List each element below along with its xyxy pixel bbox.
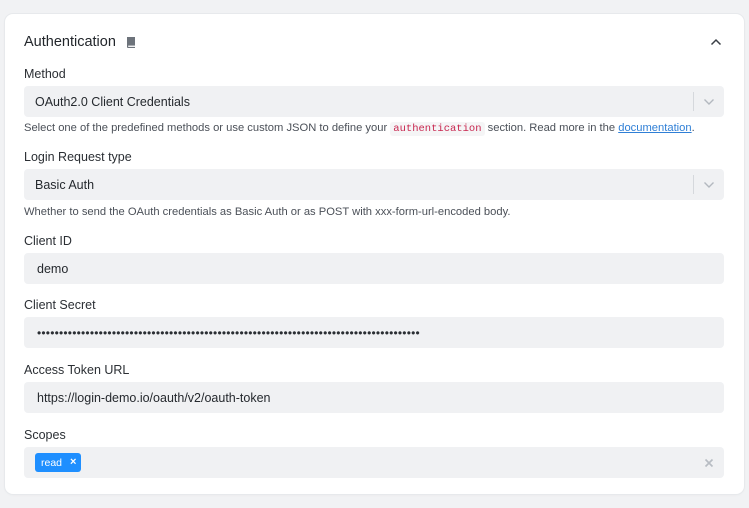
login-request-label: Login Request type bbox=[24, 150, 132, 164]
scopes-input[interactable]: read × bbox=[24, 447, 724, 478]
client-secret-label: Client Secret bbox=[24, 298, 96, 312]
authentication-card: Authentication Method OAuth2.0 Client Cr… bbox=[5, 14, 744, 494]
scope-tag: read × bbox=[35, 453, 82, 472]
method-help-end: . bbox=[691, 122, 695, 134]
scopes-label: Scopes bbox=[24, 428, 66, 442]
chevron-down-icon[interactable] bbox=[694, 86, 724, 117]
chevron-down-icon[interactable] bbox=[694, 169, 724, 200]
login-request-value: Basic Auth bbox=[35, 177, 95, 192]
scope-tag-label: read bbox=[41, 456, 63, 469]
book-icon[interactable] bbox=[125, 36, 137, 49]
method-label: Method bbox=[24, 67, 66, 81]
method-help-text-2: section. Read more in the bbox=[484, 122, 619, 134]
access-token-url-value: https://login-demo.io/oauth/v2/oauth-tok… bbox=[37, 390, 271, 405]
authentication-code: authentication bbox=[390, 122, 485, 136]
client-id-input[interactable]: demo bbox=[24, 253, 724, 284]
chevron-up-icon[interactable] bbox=[707, 33, 725, 51]
method-select[interactable]: OAuth2.0 Client Credentials bbox=[24, 86, 724, 117]
client-id-value: demo bbox=[37, 261, 69, 276]
close-icon[interactable]: × bbox=[70, 457, 76, 468]
login-request-select[interactable]: Basic Auth bbox=[24, 169, 724, 200]
access-token-url-input[interactable]: https://login-demo.io/oauth/v2/oauth-tok… bbox=[24, 382, 724, 413]
section-title: Authentication bbox=[24, 34, 116, 50]
method-help: Select one of the predefined methods or … bbox=[24, 122, 695, 136]
client-secret-value: ••••••••••••••••••••••••••••••••••••••••… bbox=[37, 325, 420, 340]
clear-icon[interactable] bbox=[702, 456, 715, 469]
client-id-label: Client ID bbox=[24, 234, 72, 248]
card-header: Authentication bbox=[24, 31, 725, 53]
login-request-help: Whether to send the OAuth credentials as… bbox=[24, 206, 511, 218]
documentation-link[interactable]: documentation bbox=[618, 122, 691, 134]
access-token-url-label: Access Token URL bbox=[24, 363, 130, 377]
method-help-text: Select one of the predefined methods or … bbox=[24, 122, 391, 134]
client-secret-input[interactable]: ••••••••••••••••••••••••••••••••••••••••… bbox=[24, 317, 724, 348]
method-value: OAuth2.0 Client Credentials bbox=[35, 94, 190, 109]
